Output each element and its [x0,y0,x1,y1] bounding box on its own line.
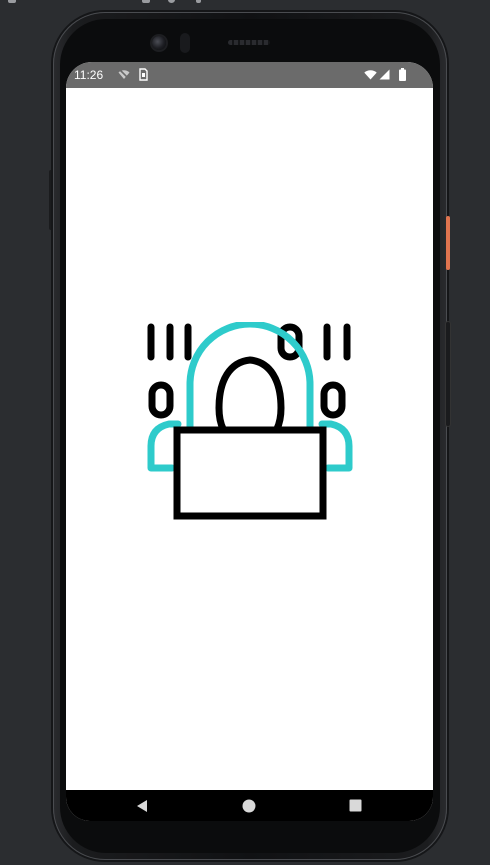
sim-card-icon [139,68,148,81]
recents-icon [349,799,361,812]
app-content [66,88,433,790]
home-button[interactable] [229,790,269,821]
recents-button[interactable] [335,790,375,821]
navigation-bar [66,790,433,821]
device-screen: 11:26 [66,62,433,821]
volume-button[interactable] [446,322,450,426]
proximity-sensor [180,33,190,53]
back-button[interactable] [122,790,162,821]
laptop-shape [173,426,327,520]
wifi-icon [364,70,377,80]
cellular-signal-icon [379,69,390,80]
hacker-icon [147,322,353,520]
toolbar-icon[interactable] [8,0,16,3]
emulator-toolbar [0,0,490,6]
earpiece-speaker [228,40,270,45]
power-button[interactable] [446,216,450,270]
emulator-window: 11:26 [0,0,490,865]
home-icon [242,799,256,812]
wifi-off-icon [118,69,130,80]
status-time: 11:26 [74,68,104,82]
toolbar-icon[interactable] [168,0,175,3]
front-camera-icon [152,36,166,50]
status-bar: 11:26 [66,62,433,88]
toolbar-icon[interactable] [196,0,201,3]
toolbar-icon[interactable] [142,0,150,3]
battery-icon [399,68,406,81]
back-icon [137,799,147,812]
